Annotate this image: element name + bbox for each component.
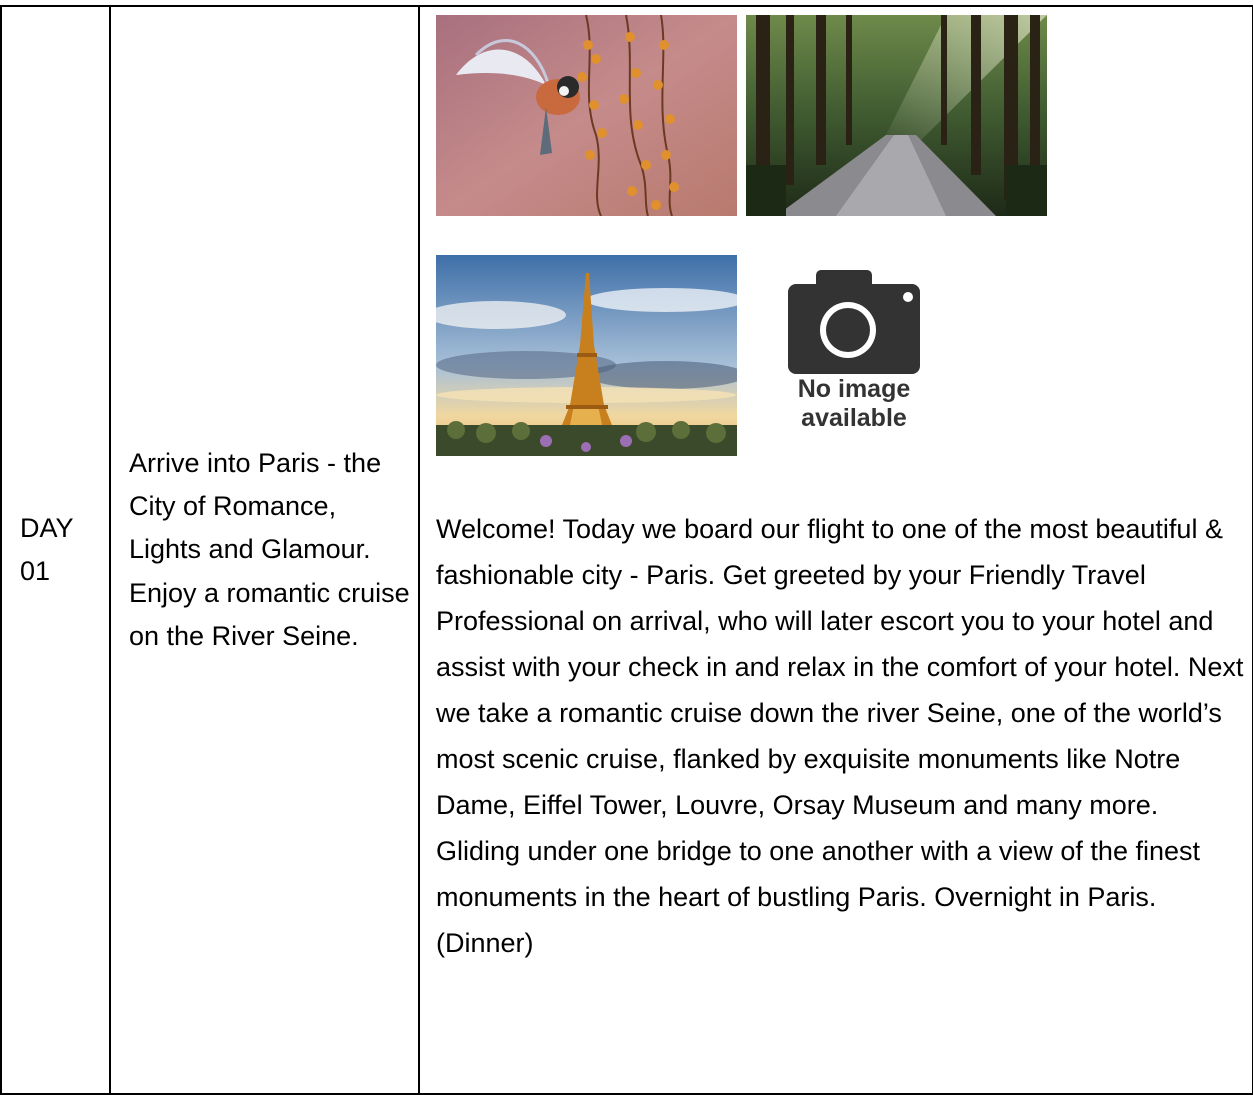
day-number: 01 [20,556,51,586]
day-label: DAY [20,512,74,543]
photo-row-2: No image available [436,255,1246,456]
details-cell: No image available Welcome! Today we boa… [418,5,1253,1095]
eiffel-tower-photo [436,255,737,456]
day-description: Welcome! Today we board our flight to on… [436,514,1244,958]
bird-on-branch-photo [436,15,737,216]
camera-icon [788,270,920,374]
itinerary-row: DAY 01 Arrive into Paris - the City of R… [0,5,1253,1095]
no-image-placeholder: No image available [779,255,929,456]
no-image-text-line1: No image [797,375,911,403]
day-cell: DAY 01 [0,5,111,1095]
itinerary-table: DAY 01 Arrive into Paris - the City of R… [0,5,1253,1095]
summary-cell: Arrive into Paris - the City of Romance,… [109,5,420,1095]
photo-row-1 [436,15,1246,216]
forest-path-photo [746,15,1047,216]
no-image-text-line2: available [801,404,907,432]
day-summary: Arrive into Paris - the City of Romance,… [129,448,410,651]
